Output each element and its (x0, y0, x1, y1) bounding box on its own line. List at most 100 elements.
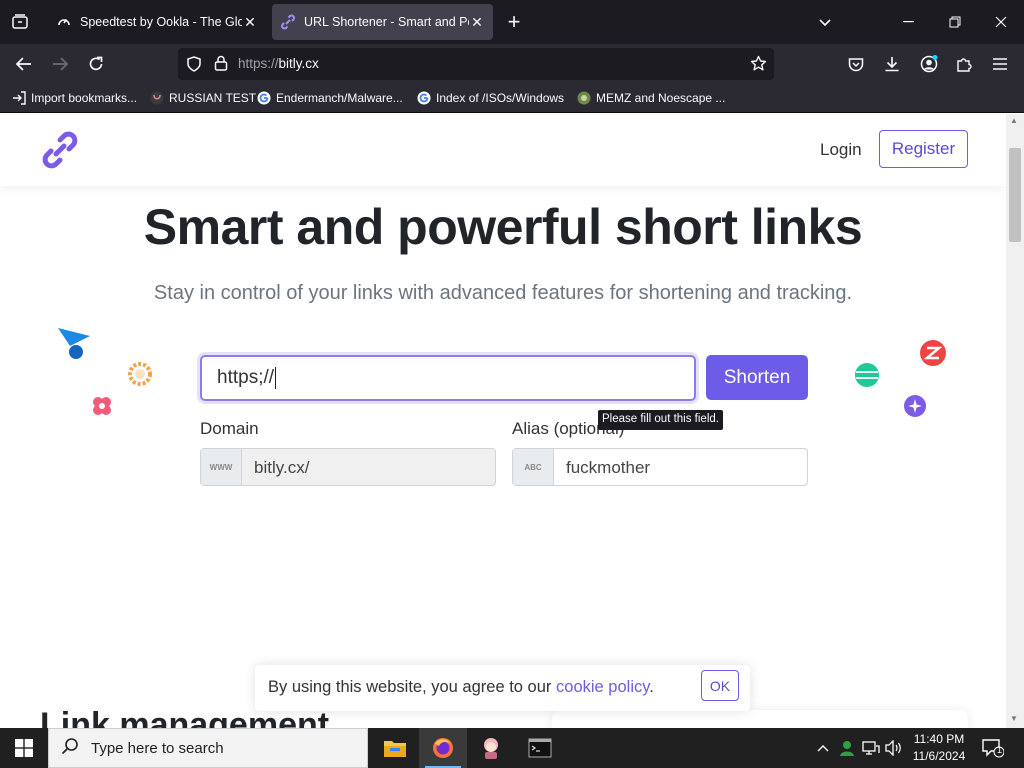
google-icon (417, 91, 431, 105)
domain-label: Domain (200, 419, 259, 438)
decorative-green-ball-icon (854, 362, 880, 393)
tab-url-shortener[interactable]: URL Shortener - Smart and Powerful ✕ (272, 4, 493, 40)
new-tab-icon[interactable]: + (492, 0, 536, 44)
decorative-purple-flower-icon (903, 394, 927, 423)
tab-speedtest[interactable]: Speedtest by Ookla - The Global ✕ (48, 4, 266, 40)
alias-input[interactable]: ABC fuckmother (512, 448, 808, 486)
reload-icon[interactable] (80, 48, 112, 80)
browser-toolbar: https://bitly.cx (0, 44, 1024, 85)
bookmark-star-icon[interactable] (750, 55, 767, 77)
forward-arrow-icon[interactable] (44, 48, 76, 80)
downloads-icon[interactable] (876, 48, 908, 80)
google-icon (257, 91, 271, 105)
url-text: https://bitly.cx (238, 56, 319, 71)
decorative-pink-flower-icon (90, 394, 114, 423)
bookmark-label: Index of /ISOs/Windows (436, 91, 565, 105)
speedtest-icon (56, 14, 72, 30)
import-icon (12, 91, 26, 105)
extensions-icon[interactable] (948, 48, 980, 80)
file-explorer-icon[interactable] (371, 728, 419, 768)
url-input-value: https;// (217, 367, 275, 388)
hero-subtitle: Stay in control of your links with advan… (153, 282, 853, 304)
validation-tooltip: Please fill out this field. (598, 410, 723, 430)
close-window-icon[interactable] (978, 0, 1024, 44)
cookie-message: By using this website, you agree to our (268, 678, 552, 696)
decorative-blue-shape-icon (56, 326, 92, 367)
windows-taskbar: Type here to search 11:40 PM 11/6/2024 1 (0, 728, 1024, 768)
notification-count: 1 (997, 745, 1003, 755)
domain-value: bitly.cx/ (254, 458, 310, 477)
tab-title: URL Shortener - Smart and Powerful (304, 15, 469, 29)
volume-icon[interactable] (883, 728, 905, 768)
bookmark-isos[interactable]: Index of /ISOs/Windows (417, 91, 564, 105)
tab-overview-icon[interactable] (4, 6, 36, 38)
bookmark-label: Import bookmarks... (31, 91, 138, 105)
list-tabs-chevron-icon[interactable] (802, 0, 848, 44)
cookie-period: . (649, 678, 654, 696)
bookmark-endermanch[interactable]: Endermanch/Malware... (257, 91, 403, 105)
taskbar-search-box[interactable]: Type here to search (48, 728, 368, 768)
domain-select[interactable]: WWW bitly.cx/ (200, 448, 496, 486)
url-host: bitly.cx (278, 56, 319, 71)
site-icon (577, 91, 591, 105)
tracking-shield-icon[interactable] (186, 56, 202, 77)
firefox-icon[interactable] (419, 728, 467, 768)
alias-prefix-text: ABC (524, 462, 542, 472)
account-icon[interactable] (913, 48, 945, 80)
scrollbar-thumb[interactable] (1009, 148, 1021, 242)
bookmark-russian-test[interactable]: RUSSIAN TEST (150, 91, 256, 105)
cookie-text: By using this website, you agree to our … (268, 678, 654, 697)
bookmark-memz[interactable]: MEMZ and Noescape ... (577, 91, 725, 105)
site-header: Login Register (0, 114, 1006, 186)
tab-title: Speedtest by Ookla - The Global (80, 15, 242, 29)
anime-character-app-icon[interactable] (467, 728, 515, 768)
search-placeholder: Type here to search (91, 739, 224, 757)
cookie-ok-button[interactable]: OK (701, 670, 739, 701)
address-bar[interactable]: https://bitly.cx (178, 48, 774, 80)
close-tab-icon[interactable]: ✕ (242, 14, 258, 31)
menu-hamburger-icon[interactable] (984, 48, 1016, 80)
shorten-button[interactable]: Shorten (706, 355, 808, 400)
search-icon (61, 737, 79, 760)
bookmark-label: Endermanch/Malware... (276, 91, 403, 105)
bookmark-label: MEMZ and Noescape ... (596, 91, 726, 105)
login-link[interactable]: Login (820, 140, 862, 160)
scroll-down-icon[interactable]: ▼ (1010, 714, 1018, 723)
alias-value: fuckmother (566, 458, 651, 477)
url-scheme: https:// (238, 56, 279, 71)
lock-icon[interactable] (214, 55, 228, 76)
decorative-orange-flower-icon (128, 362, 152, 391)
taskbar-clock[interactable]: 11:40 PM 11/6/2024 (906, 731, 972, 765)
hero-headline: Smart and powerful short links (143, 199, 863, 255)
link-icon (280, 14, 296, 30)
notifications-icon[interactable]: 1 (978, 728, 1008, 768)
github-icon (150, 91, 164, 105)
bookmark-import[interactable]: Import bookmarks... (12, 91, 137, 105)
www-globe-icon: WWW (201, 449, 242, 485)
long-url-input[interactable]: https;// (200, 355, 696, 401)
minimize-icon[interactable] (886, 0, 932, 44)
site-logo-link-icon[interactable] (38, 128, 82, 172)
windows-start-icon[interactable] (0, 728, 48, 768)
tray-chevron-up-icon[interactable] (812, 728, 834, 768)
scroll-up-icon[interactable]: ▲ (1010, 116, 1018, 125)
bookmark-label: RUSSIAN TEST (169, 91, 257, 105)
bookmarks-toolbar: Import bookmarks... RUSSIAN TEST Enderma… (0, 85, 1024, 113)
abc-text-icon: ABC (513, 449, 554, 485)
cookie-banner: By using this website, you agree to our … (255, 665, 750, 711)
decorative-red-badge-icon (919, 339, 947, 372)
browser-tab-bar: Speedtest by Ookla - The Global ✕ URL Sh… (0, 0, 1024, 44)
web-page: Login Register Smart and powerful short … (0, 114, 1006, 728)
pocket-icon[interactable] (840, 48, 872, 80)
register-button[interactable]: Register (879, 130, 968, 168)
close-tab-icon[interactable]: ✕ (469, 14, 485, 31)
restore-icon[interactable] (932, 0, 978, 44)
feature-card (552, 710, 968, 728)
terminal-icon[interactable] (516, 728, 564, 768)
back-arrow-icon[interactable] (8, 48, 40, 80)
network-icon[interactable] (860, 728, 882, 768)
clock-time: 11:40 PM (913, 732, 965, 746)
user-status-icon[interactable] (836, 728, 858, 768)
domain-prefix-text: WWW (209, 462, 233, 472)
cookie-policy-link[interactable]: cookie policy (556, 678, 649, 696)
